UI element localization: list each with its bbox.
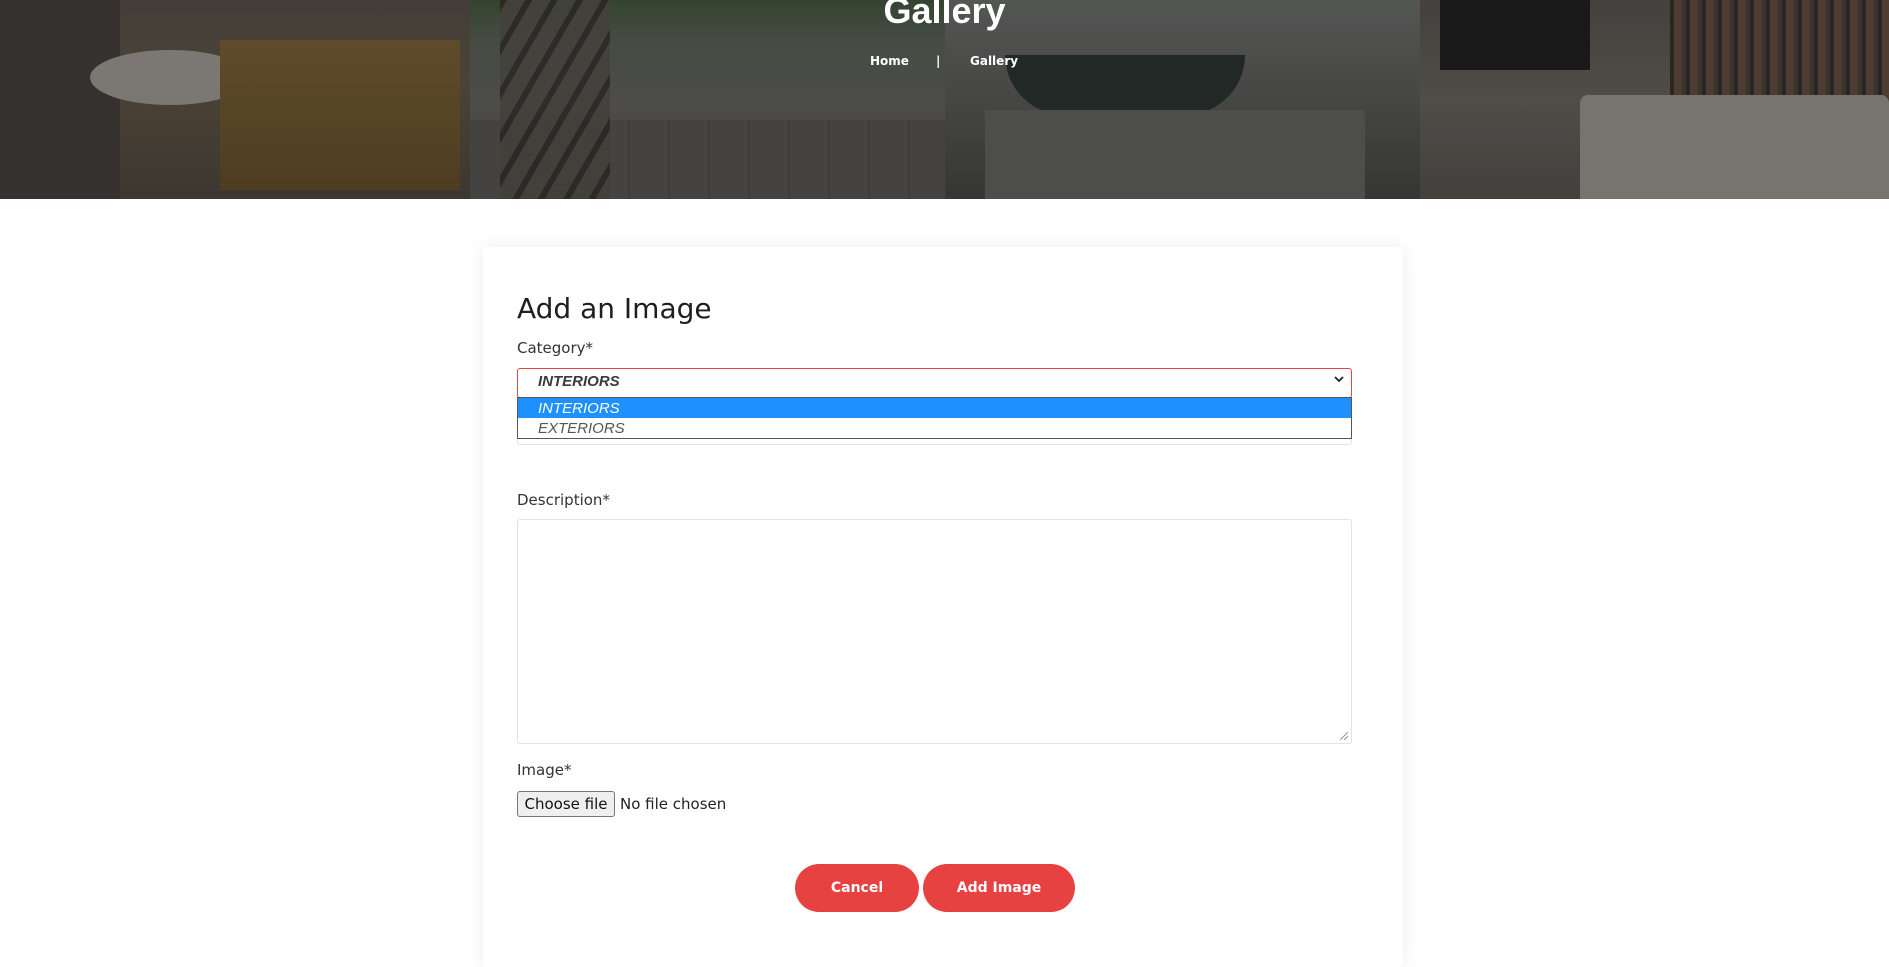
image-label: Image* xyxy=(517,761,572,779)
form-title: Add an Image xyxy=(517,292,712,325)
category-dropdown-list: INTERIORS EXTERIORS xyxy=(517,397,1352,439)
breadcrumb-separator: | xyxy=(936,54,941,68)
chevron-down-icon xyxy=(1333,373,1345,388)
breadcrumb: Home | Gallery xyxy=(0,54,1889,70)
add-image-form-card: Add an Image Category* INTERIORS INTERIO… xyxy=(483,247,1403,967)
option-label: EXTERIORS xyxy=(538,420,625,437)
breadcrumb-home-link[interactable]: Home xyxy=(870,54,909,68)
category-option-interiors[interactable]: INTERIORS xyxy=(518,398,1351,418)
category-selected-value: INTERIORS xyxy=(538,373,620,390)
description-textarea[interactable] xyxy=(517,519,1352,744)
resize-handle-icon[interactable] xyxy=(1340,732,1348,740)
category-label: Category* xyxy=(517,339,594,357)
category-select[interactable]: INTERIORS xyxy=(517,368,1352,398)
page-title: Gallery xyxy=(883,0,1006,31)
file-status-text: No file chosen xyxy=(620,795,727,813)
choose-file-button[interactable]: Choose file xyxy=(517,791,615,817)
option-label: INTERIORS xyxy=(538,400,620,417)
cancel-button[interactable]: Cancel xyxy=(795,864,919,912)
category-option-exteriors[interactable]: EXTERIORS xyxy=(518,418,1351,438)
add-image-button[interactable]: Add Image xyxy=(923,864,1075,912)
description-label: Description* xyxy=(517,491,610,509)
breadcrumb-current: Gallery xyxy=(970,54,1019,68)
hero-banner: Gallery Home | Gallery xyxy=(0,0,1889,199)
